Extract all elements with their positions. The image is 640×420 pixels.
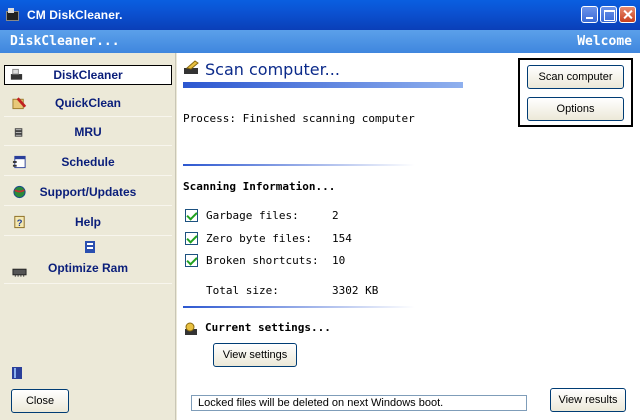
svg-text:?: ? — [17, 217, 23, 227]
title-underline — [183, 82, 463, 88]
sidebar-item-optimize-ram[interactable]: Optimize Ram — [4, 238, 172, 284]
settings-icon — [185, 322, 197, 335]
scan-computer-button[interactable]: Scan computer — [527, 65, 624, 89]
info-row-total: Total size: 3302 KB — [185, 282, 392, 298]
sidebar-item-diskcleaner[interactable]: DiskCleaner — [4, 65, 172, 85]
sidebar-item-label: Optimize Ram — [47, 261, 128, 275]
broken-shortcuts-checkbox[interactable] — [185, 253, 198, 267]
maximize-button[interactable] — [600, 6, 617, 23]
globe-icon — [13, 185, 26, 198]
info-label: Zero byte files: — [206, 231, 312, 245]
info-row-zero-byte: Zero byte files: 154 — [185, 230, 392, 246]
sidebar-item-label: Help — [74, 214, 101, 229]
sidebar-item-quickclean[interactable]: QuickClean — [4, 89, 172, 117]
options-button[interactable]: Options — [527, 97, 624, 121]
sidebar-item-label: QuickClean — [54, 95, 122, 110]
action-panel: Scan computer Options — [518, 58, 633, 127]
header-welcome: Welcome — [577, 34, 632, 49]
info-row-broken-shortcuts: Broken shortcuts: 10 — [185, 252, 392, 268]
view-results-button[interactable]: View results — [550, 388, 626, 412]
schedule-icon — [12, 155, 26, 168]
sidebar-item-label: Schedule — [61, 154, 115, 169]
sidebar-item-label: DiskCleaner — [53, 68, 123, 82]
divider — [183, 164, 415, 166]
sidebar-item-label: MRU — [74, 124, 102, 139]
list-icon — [14, 127, 23, 137]
sidebar-item-mru[interactable]: MRU — [4, 118, 172, 146]
info-row-garbage: Garbage files: 2 — [185, 207, 392, 223]
sidebar-item-label: Support/Updates — [39, 184, 137, 199]
info-value: 2 — [332, 208, 339, 222]
divider — [183, 306, 415, 308]
total-size-label: Total size: — [206, 283, 279, 297]
memory-icon — [85, 241, 95, 253]
sidebar-item-support-updates[interactable]: Support/Updates — [4, 178, 172, 206]
sidebar-item-schedule[interactable]: Schedule — [4, 148, 172, 176]
quickclean-icon — [12, 96, 27, 109]
total-size-value: 3302 KB — [332, 283, 379, 297]
help-icon: ? — [14, 215, 25, 228]
title-bar: CM DiskCleaner. — [0, 0, 640, 30]
scan-info-heading: Scanning Information... — [183, 180, 336, 193]
sidebar: DiskCleaner QuickClean MRU Schedule Supp… — [0, 53, 176, 420]
status-message: Locked files will be deleted on next Win… — [191, 395, 527, 411]
garbage-files-checkbox[interactable] — [185, 208, 198, 222]
scan-icon — [184, 60, 199, 74]
minimize-button[interactable] — [581, 6, 598, 23]
current-settings-heading: Current settings... — [205, 321, 331, 334]
page-title: Scan computer... — [205, 60, 340, 79]
header-title: DiskCleaner... — [10, 34, 120, 49]
process-status: Process: Finished scanning computer — [183, 112, 415, 125]
window-controls — [581, 6, 636, 23]
view-settings-button[interactable]: View settings — [213, 343, 297, 367]
ram-chip-icon — [12, 268, 27, 277]
zero-byte-files-checkbox[interactable] — [185, 231, 198, 245]
window-title: CM DiskCleaner. — [27, 8, 123, 22]
close-button[interactable]: Close — [11, 389, 69, 413]
info-label: Broken shortcuts: — [206, 253, 319, 267]
header-band: DiskCleaner... Welcome — [0, 30, 640, 53]
info-value: 154 — [332, 231, 352, 245]
info-value: 10 — [332, 253, 346, 267]
close-window-button[interactable] — [619, 6, 636, 23]
book-icon — [12, 367, 22, 379]
app-icon — [5, 8, 21, 22]
broom-icon — [10, 68, 23, 80]
sidebar-item-help[interactable]: ? Help — [4, 208, 172, 236]
info-label: Garbage files: — [206, 208, 299, 222]
